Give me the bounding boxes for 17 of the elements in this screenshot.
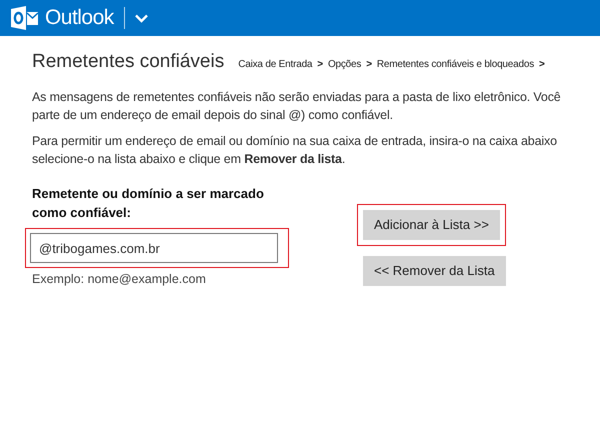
logo-icon <box>11 6 39 30</box>
list-action-button[interactable]: << Remover da Lista <box>363 256 506 286</box>
sender-input-field[interactable]: @tribogames.com.br <box>30 233 278 263</box>
description-paragraph: As mensagens de remetentes confiáveis não serão enviadas para a pasta de lixo eletrônico. Você parte de um endereço de email depois do sinal @) como confiável. <box>32 89 562 124</box>
field-label: Remetente ou domínio a ser marcado como confiável: <box>31 185 265 222</box>
breadcrumb-link[interactable]: Remetentes confiáveis e bloqueados <box>376 57 534 72</box>
breadcrumb-separator: > <box>539 58 545 72</box>
example-hint: Exemplo: nome@example.com <box>31 271 207 288</box>
list-action-button[interactable]: Adicionar à Lista >> <box>363 210 500 240</box>
page-title: Remetentes confiáveis <box>32 50 224 74</box>
breadcrumb-separator: > <box>366 58 372 72</box>
breadcrumb-link[interactable]: Opções <box>328 57 362 72</box>
chevron-down-icon <box>134 14 148 22</box>
app-name: Outlook <box>45 5 114 32</box>
breadcrumb-separator: > <box>317 58 323 72</box>
breadcrumb-link[interactable]: Caixa de Entrada <box>238 57 312 72</box>
description-paragraph: Para permitir um endereço de email ou domínio na sua caixa de entrada, insira-o na caixa abaixo selecione-o na lista abaixo e clique em Remover da lista. <box>32 133 558 168</box>
